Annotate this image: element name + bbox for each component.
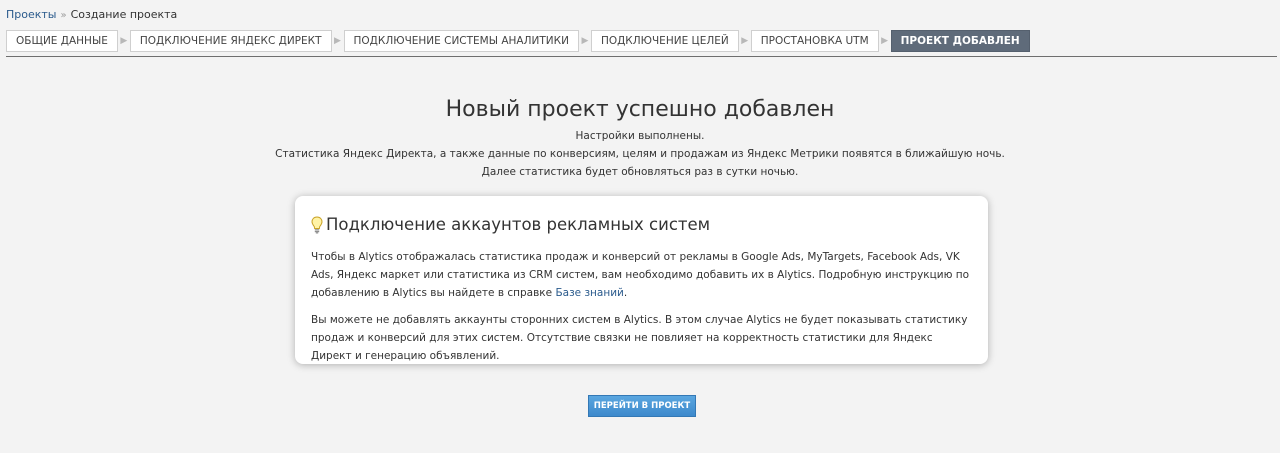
card-paragraph-optional: Вы можете не добавлять аккаунты сторонни… (311, 314, 968, 362)
knowledge-base-link[interactable]: Базе знаний (555, 287, 623, 299)
step-utm[interactable]: ПРОСТАНОВКА UTM (750, 30, 879, 52)
lightbulb-icon (311, 216, 323, 234)
breadcrumb-separator: » (60, 10, 67, 21)
instructions-end: . (623, 287, 628, 299)
card-header: Подключение аккаунтов рекламных систем (311, 213, 971, 237)
breadcrumb: Проекты» Создание проекта (6, 8, 177, 23)
statistics-info-text: Статистика Яндекс Директа, а также данны… (275, 148, 1005, 160)
step-arrow-icon: ▶ (581, 36, 589, 46)
step-project-added[interactable]: ПРОЕКТ ДОБАВЛЕН (890, 30, 1030, 52)
step-analytics-system[interactable]: ПОДКЛЮЧЕНИЕ СИСТЕМЫ АНАЛИТИКИ (343, 30, 579, 52)
page-title: Новый проект успешно добавлен (445, 97, 835, 122)
settings-done-text: Настройки выполнены. (575, 130, 705, 142)
success-message: Настройки выполнены. Статистика Яндекс Д… (0, 127, 1280, 181)
ad-accounts-info-card: Подключение аккаунтов рекламных систем Ч… (295, 196, 988, 364)
step-goals[interactable]: ПОДКЛЮЧЕНИЕ ЦЕЛЕЙ (590, 30, 739, 52)
go-to-project-button[interactable]: ПЕРЕЙТИ В ПРОЕКТ (588, 395, 696, 417)
breadcrumb-projects-link[interactable]: Проекты (6, 8, 57, 21)
step-arrow-icon: ▶ (120, 36, 128, 46)
step-yandex-direct[interactable]: ПОДКЛЮЧЕНИЕ ЯНДЕКС ДИРЕКТ (129, 30, 332, 52)
card-title: Подключение аккаунтов рекламных систем (326, 215, 711, 234)
step-arrow-icon: ▶ (334, 36, 341, 46)
update-schedule-text: Далее статистика будет обновляться раз в… (481, 166, 799, 178)
steps-divider (6, 56, 1277, 57)
step-general-data[interactable]: ОБЩИЕ ДАННЫЕ (6, 30, 118, 52)
card-paragraph-instructions: Чтобы в Alytics отображалась статистика … (311, 248, 971, 302)
breadcrumb-current: Создание проекта (70, 8, 178, 21)
instructions-text: Чтобы в Alytics отображалась статистика … (311, 251, 970, 299)
wizard-steps: ОБЩИЕ ДАННЫЕ ▶ ПОДКЛЮЧЕНИЕ ЯНДЕКС ДИРЕКТ… (6, 30, 1030, 52)
step-arrow-icon: ▶ (741, 36, 749, 46)
step-arrow-icon: ▶ (881, 36, 889, 46)
